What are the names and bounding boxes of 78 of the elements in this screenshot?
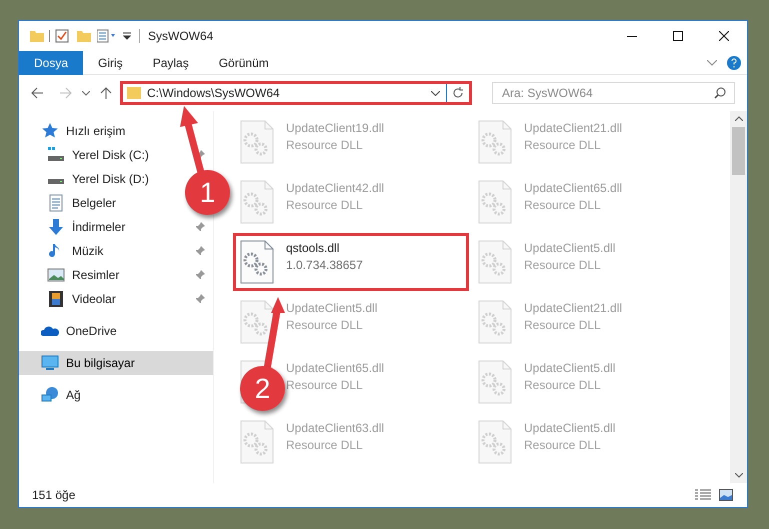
drive-icon	[47, 146, 65, 164]
file-gears-icon	[240, 240, 274, 284]
scroll-thumb[interactable]	[732, 127, 745, 175]
properties-icon[interactable]	[97, 29, 117, 43]
address-path: C:\Windows\SysWOW64	[147, 85, 281, 102]
file-gears-icon	[478, 360, 512, 404]
dropdown-caret-icon[interactable]	[123, 32, 131, 40]
nav-item[interactable]: Videolar	[72, 290, 116, 308]
file-detail: Resource DLL	[524, 437, 602, 454]
folder-icon	[127, 86, 141, 100]
chevron-down-icon[interactable]	[431, 90, 440, 96]
file-menu-button[interactable]: Dosya	[19, 50, 84, 74]
refresh-icon[interactable]	[452, 87, 464, 99]
file-detail: Resource DLL	[524, 197, 602, 214]
ribbon-tab[interactable]: Paylaş	[138, 50, 204, 74]
address-bar[interactable]: C:\Windows\SysWOW64	[120, 81, 472, 105]
file-gears-icon	[240, 300, 274, 344]
file-detail: Resource DLL	[524, 257, 602, 274]
file-detail: Resource DLL	[286, 197, 364, 214]
download-arrow-icon	[47, 218, 65, 236]
checklist-icon[interactable]	[55, 29, 69, 43]
star-icon	[41, 122, 59, 140]
item-count: 151 öğe	[32, 487, 76, 504]
back-arrow-icon[interactable]	[31, 87, 43, 99]
file-gears-icon	[240, 420, 274, 464]
network-icon	[41, 386, 59, 404]
details-view-icon[interactable]	[695, 489, 711, 501]
file-detail: Resource DLL	[286, 437, 364, 454]
chevron-down-icon[interactable]	[82, 90, 90, 96]
file-detail: 1.0.734.38657	[286, 257, 363, 274]
up-arrow-icon[interactable]	[100, 87, 112, 99]
file-gears-icon	[478, 180, 512, 224]
scrollbar[interactable]	[730, 111, 747, 483]
nav-item[interactable]: Yerel Disk (D:)	[72, 170, 149, 188]
pin-icon[interactable]	[195, 246, 205, 256]
search-field[interactable]: Ara: SysWOW64	[492, 82, 735, 104]
window-title: SysWOW64	[148, 28, 214, 45]
pin-icon[interactable]	[195, 222, 205, 232]
file-gears-icon	[478, 420, 512, 464]
scroll-down-icon[interactable]	[734, 473, 742, 478]
file-detail: Resource DLL	[524, 137, 602, 154]
file-gears-icon	[478, 120, 512, 164]
nav-item[interactable]: İndirmeler	[72, 218, 126, 236]
maximize-icon	[673, 31, 683, 41]
nav-item[interactable]: OneDrive	[66, 322, 117, 340]
close-icon	[719, 31, 729, 41]
nav-item[interactable]: Belgeler	[72, 194, 116, 212]
picture-icon	[47, 266, 65, 284]
drive-icon	[47, 179, 65, 184]
ribbon-tab[interactable]: Görünüm	[204, 50, 284, 74]
search-input[interactable]: Ara: SysWOW64	[502, 84, 714, 102]
highlighted-file-item[interactable]: qstools.dll 1.0.734.38657	[240, 240, 462, 284]
ribbon-tab[interactable]: Giriş	[83, 50, 138, 74]
pin-icon[interactable]	[195, 270, 205, 280]
nav-item[interactable]: Hızlı erişim	[66, 122, 126, 140]
nav-item[interactable]: Müzik	[72, 242, 104, 260]
nav-item[interactable]: Bu bilgisayar	[66, 354, 135, 372]
file-gears-icon	[240, 120, 274, 164]
help-icon[interactable]	[727, 56, 741, 70]
file-detail: Resource DLL	[286, 317, 364, 334]
pin-icon[interactable]	[195, 294, 205, 304]
nav-item[interactable]: Yerel Disk (C:)	[72, 146, 149, 164]
large-icons-view-icon[interactable]	[719, 489, 733, 501]
scroll-up-icon[interactable]	[734, 116, 742, 121]
search-icon[interactable]	[714, 87, 726, 99]
file-detail: Resource DLL	[524, 317, 602, 334]
file-gears-icon	[478, 240, 512, 284]
file-gears-icon	[240, 180, 274, 224]
file-gears-icon	[478, 300, 512, 344]
file-detail: Resource DLL	[286, 137, 364, 154]
nav-item[interactable]: Ağ	[66, 386, 81, 404]
film-icon	[47, 290, 65, 308]
file-name[interactable]: qstools.dll	[286, 240, 363, 257]
document-icon	[47, 194, 65, 212]
monitor-icon	[41, 354, 59, 372]
nav-item[interactable]: Resimler	[72, 266, 120, 284]
file-detail: Resource DLL	[524, 377, 602, 394]
file-detail: Resource DLL	[286, 377, 364, 394]
